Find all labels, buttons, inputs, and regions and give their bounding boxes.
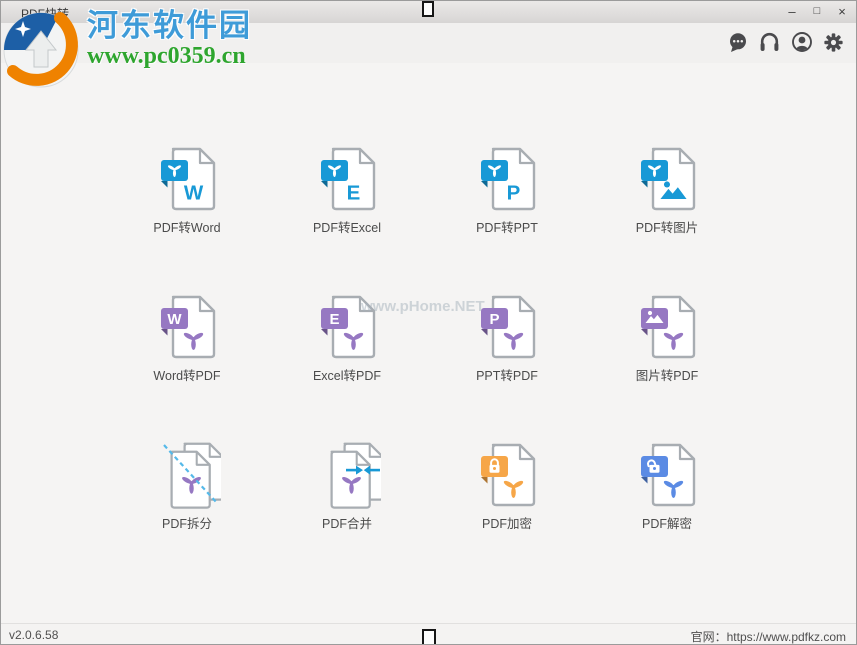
version-label: v2.0.6.58: [9, 628, 58, 642]
grid-item-pdf-to-image[interactable]: PDF转图片: [587, 140, 747, 288]
account-icon[interactable]: [791, 32, 812, 52]
pdf-to-excel-icon: E: [313, 146, 381, 214]
image-to-pdf-icon: [633, 294, 701, 362]
settings-icon[interactable]: [823, 32, 844, 52]
svg-text:W: W: [167, 311, 182, 328]
grid-item-pdf-encrypt[interactable]: PDF加密: [427, 436, 587, 584]
grid-item-label: PDF合并: [322, 513, 372, 532]
grid-item-label: PDF转PPT: [476, 217, 538, 236]
website-link[interactable]: 官网：https://www.pdfkz.com: [691, 628, 846, 645]
window-title: PDF快转: [21, 5, 69, 22]
svg-text:E: E: [329, 311, 339, 328]
grid-item-pdf-to-word[interactable]: W PDF转Word: [107, 140, 267, 288]
pdf-split-icon: [153, 442, 221, 510]
grid-item-label: PDF加密: [482, 513, 532, 532]
pdf-merge-icon: [313, 442, 381, 510]
window-controls: – □ ×: [784, 3, 850, 20]
header-icons: [727, 32, 844, 52]
close-button[interactable]: ×: [834, 3, 850, 20]
headset-icon[interactable]: [759, 32, 780, 52]
grid-item-word-to-pdf[interactable]: W Word转PDF: [107, 288, 267, 436]
conversion-grid: W PDF转Word E PDF转Excel P PDF转PPT PDF转图片 W Word转P…: [107, 140, 747, 584]
maximize-button[interactable]: □: [809, 3, 825, 20]
grid-item-label: PPT转PDF: [476, 365, 538, 384]
pdf-to-ppt-icon: P: [473, 146, 541, 214]
grid-item-pdf-to-ppt[interactable]: P PDF转PPT: [427, 140, 587, 288]
pdf-to-word-icon: W: [153, 146, 221, 214]
word-to-pdf-icon: W: [153, 294, 221, 362]
app-window: PDF快转 – □ × 河东软件园 www.pc0359.cn www.pHom…: [0, 0, 857, 645]
grid-item-label: 图片转PDF: [636, 365, 699, 384]
grid-item-label: PDF拆分: [162, 513, 212, 532]
screenshot-artifact-bottom: [422, 629, 436, 645]
svg-text:E: E: [347, 182, 361, 205]
pdf-to-image-icon: [633, 146, 701, 214]
grid-item-ppt-to-pdf[interactable]: P PPT转PDF: [427, 288, 587, 436]
grid-item-pdf-merge[interactable]: PDF合并: [267, 436, 427, 584]
grid-item-label: PDF转图片: [636, 217, 699, 236]
grid-item-pdf-decrypt[interactable]: PDF解密: [587, 436, 747, 584]
svg-text:P: P: [489, 311, 499, 328]
grid-item-label: PDF解密: [642, 513, 692, 532]
svg-text:W: W: [184, 182, 204, 205]
grid-item-label: PDF转Word: [153, 217, 220, 236]
grid-item-label: Excel转PDF: [313, 365, 381, 384]
grid-item-pdf-split[interactable]: PDF拆分: [107, 436, 267, 584]
ppt-to-pdf-icon: P: [473, 294, 541, 362]
pdf-decrypt-icon: [633, 442, 701, 510]
grid-item-pdf-to-excel[interactable]: E PDF转Excel: [267, 140, 427, 288]
svg-text:P: P: [507, 182, 521, 205]
pdf-encrypt-icon: [473, 442, 541, 510]
excel-to-pdf-icon: E: [313, 294, 381, 362]
chat-icon[interactable]: [727, 32, 748, 52]
grid-item-label: PDF转Excel: [313, 217, 381, 236]
grid-item-excel-to-pdf[interactable]: E Excel转PDF: [267, 288, 427, 436]
minimize-button[interactable]: –: [784, 3, 800, 20]
screenshot-artifact-top: [422, 1, 434, 17]
grid-item-label: Word转PDF: [153, 365, 220, 384]
grid-item-image-to-pdf[interactable]: 图片转PDF: [587, 288, 747, 436]
